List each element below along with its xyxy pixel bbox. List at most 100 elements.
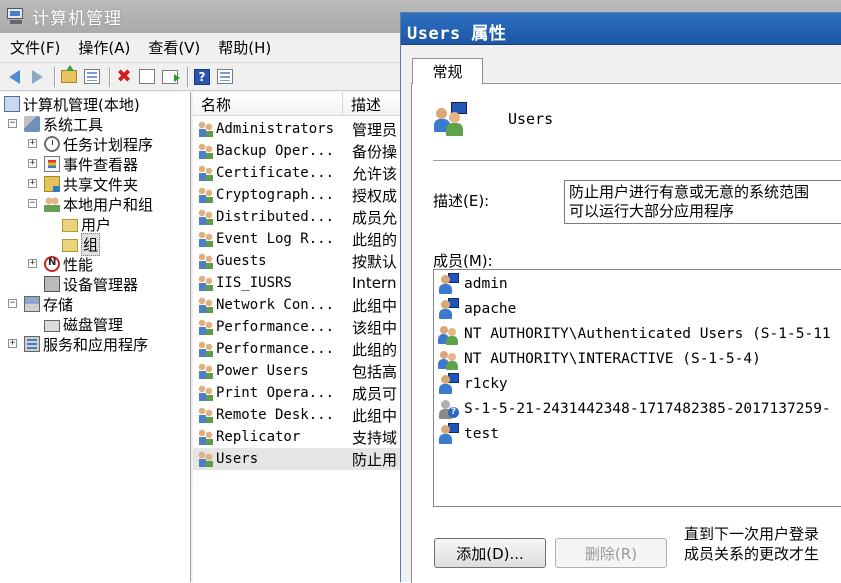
member-name: test: [464, 426, 499, 442]
tree-item-event-viewer[interactable]: 事件查看器: [44, 154, 138, 174]
menu-action[interactable]: 操作(A): [78, 35, 130, 60]
clock-icon: [44, 136, 60, 152]
member-item[interactable]: admin: [438, 273, 508, 295]
expand-expander[interactable]: +: [28, 179, 37, 188]
group-icon: [198, 363, 214, 379]
group-description: 管理员: [352, 120, 398, 139]
group-description: 授权成: [352, 186, 398, 205]
list-item[interactable]: Administrators 管理员: [193, 118, 408, 140]
groups-list[interactable]: 名称 描述 Administrators 管理员 Backup Oper... 备份操…: [193, 92, 408, 582]
list-item[interactable]: Replicator 支持域: [193, 426, 408, 448]
member-name: apache: [464, 301, 517, 317]
group-description: 此组中: [352, 406, 398, 425]
collapse-expander[interactable]: −: [28, 199, 37, 208]
up-folder-icon[interactable]: [59, 65, 79, 87]
expand-expander[interactable]: +: [28, 259, 37, 268]
list-item[interactable]: Power Users 包括高: [193, 360, 408, 382]
tree-item-task-scheduler[interactable]: 任务计划程序: [44, 134, 153, 154]
tree-item-computer-management[interactable]: 计算机管理(本地): [4, 94, 140, 114]
folder-icon: [62, 218, 78, 232]
forward-icon[interactable]: [27, 67, 47, 87]
collapse-expander[interactable]: −: [8, 299, 17, 308]
member-item[interactable]: r1cky: [438, 373, 508, 395]
member-item[interactable]: apache: [438, 298, 516, 320]
list-item[interactable]: Certificate... 允许该: [193, 162, 408, 184]
list-item[interactable]: Backup Oper... 备份操: [193, 140, 408, 162]
separator: [433, 160, 841, 161]
group-icon: [198, 143, 214, 159]
list-item[interactable]: Performance... 此组的: [193, 338, 408, 360]
export-list-icon[interactable]: [160, 67, 180, 87]
view-icon[interactable]: [215, 67, 235, 87]
tree-item-disk-management[interactable]: 磁盘管理: [44, 314, 123, 334]
toolbar-separator: [187, 66, 188, 87]
tree-item-shared-folders[interactable]: 共享文件夹: [44, 174, 138, 194]
add-button[interactable]: 添加(D)...: [434, 538, 546, 568]
name-cell: Guests: [193, 250, 348, 272]
name-cell: Distributed...: [193, 206, 348, 228]
member-item[interactable]: ? S-1-5-21-2431442348-1717482385-20171372…: [438, 398, 831, 420]
list-item[interactable]: Remote Desk... 此组中: [193, 404, 408, 426]
group-description: 防止用: [348, 448, 408, 470]
collapse-expander[interactable]: −: [8, 119, 17, 128]
tree-item-label: 共享文件夹: [63, 175, 139, 194]
name-cell: Users: [193, 448, 348, 470]
group-name: IIS_IUSRS: [216, 275, 292, 291]
tree-item-local-users-groups[interactable]: 本地用户和组: [44, 194, 153, 214]
tree-item-performance[interactable]: 性能: [44, 254, 93, 274]
group-name: Certificate...: [216, 165, 335, 181]
tree-item-device-manager[interactable]: 设备管理器: [44, 274, 138, 294]
column-header-description[interactable]: 描述: [343, 92, 408, 116]
member-item[interactable]: NT AUTHORITY\INTERACTIVE (S-1-5-4): [438, 348, 761, 370]
expand-expander[interactable]: +: [8, 339, 17, 348]
console-tree[interactable]: 计算机管理(本地) − 系统工具 + 任务计划程序 + 事件查看器 + 共享文件…: [0, 92, 191, 582]
list-item[interactable]: IIS_IUSRS Intern: [193, 272, 408, 294]
group-description: 备份操: [352, 142, 398, 161]
list-item[interactable]: Network Con... 此组中: [193, 294, 408, 316]
name-cell: Network Con...: [193, 294, 348, 316]
delete-icon[interactable]: ✖: [114, 67, 134, 87]
group-icon: [198, 209, 214, 225]
expand-expander[interactable]: +: [28, 139, 37, 148]
tree-item-label: 计算机管理(本地): [23, 95, 140, 114]
dialog-titlebar[interactable]: Users 属性: [401, 13, 841, 45]
group-name: Cryptograph...: [216, 187, 335, 203]
tools-icon: [24, 116, 40, 132]
list-item[interactable]: Guests 按默认: [193, 250, 408, 272]
tree-item-system-tools[interactable]: 系统工具: [24, 114, 103, 134]
list-item[interactable]: Performance... 该组中: [193, 316, 408, 338]
properties-icon[interactable]: [137, 67, 157, 87]
group-icon: [198, 231, 214, 247]
group-description: 此组的: [352, 230, 398, 249]
tree-item-label: 任务计划程序: [63, 135, 154, 154]
list-item[interactable]: Distributed... 成员允: [193, 206, 408, 228]
list-item[interactable]: Cryptograph... 授权成: [193, 184, 408, 206]
description-field[interactable]: 防止用户进行有意或无意的系统范围 可以运行大部分应用程序: [564, 180, 841, 224]
menu-help[interactable]: 帮助(H): [218, 35, 271, 60]
expand-expander[interactable]: +: [28, 159, 37, 168]
list-item[interactable]: Print Opera... 成员可: [193, 382, 408, 404]
user-icon: [438, 298, 460, 320]
menu-file[interactable]: 文件(F): [10, 35, 60, 60]
back-icon[interactable]: [4, 67, 24, 87]
member-item[interactable]: NT AUTHORITY\Authenticated Users (S-1-5-…: [438, 323, 831, 345]
tree-item-groups[interactable]: 组: [62, 232, 101, 256]
name-cell: Cryptograph...: [193, 184, 348, 206]
list-item[interactable]: Event Log R... 此组的: [193, 228, 408, 250]
remove-button[interactable]: 删除(R): [555, 538, 667, 568]
window-title: 计算机管理: [32, 9, 122, 29]
members-list[interactable]: admin apache NT AUTHORITY\Authenticated Us…: [433, 269, 841, 507]
list-item[interactable]: Users 防止用: [193, 448, 408, 470]
tab-general[interactable]: 常规: [412, 58, 483, 84]
tree-item-services-apps[interactable]: 服务和应用程序: [24, 334, 148, 354]
name-cell: Power Users: [193, 360, 348, 382]
group-icon: [198, 407, 214, 423]
tree-item-label: 系统工具: [43, 115, 104, 134]
member-item[interactable]: test: [438, 423, 499, 445]
tree-item-users[interactable]: 用户: [62, 214, 111, 234]
menu-view[interactable]: 查看(V): [148, 35, 200, 60]
show-hide-tree-icon[interactable]: [82, 67, 102, 87]
column-header-name[interactable]: 名称: [193, 92, 343, 116]
help-icon[interactable]: ?: [192, 67, 212, 87]
tree-item-storage[interactable]: 存储: [24, 294, 73, 314]
